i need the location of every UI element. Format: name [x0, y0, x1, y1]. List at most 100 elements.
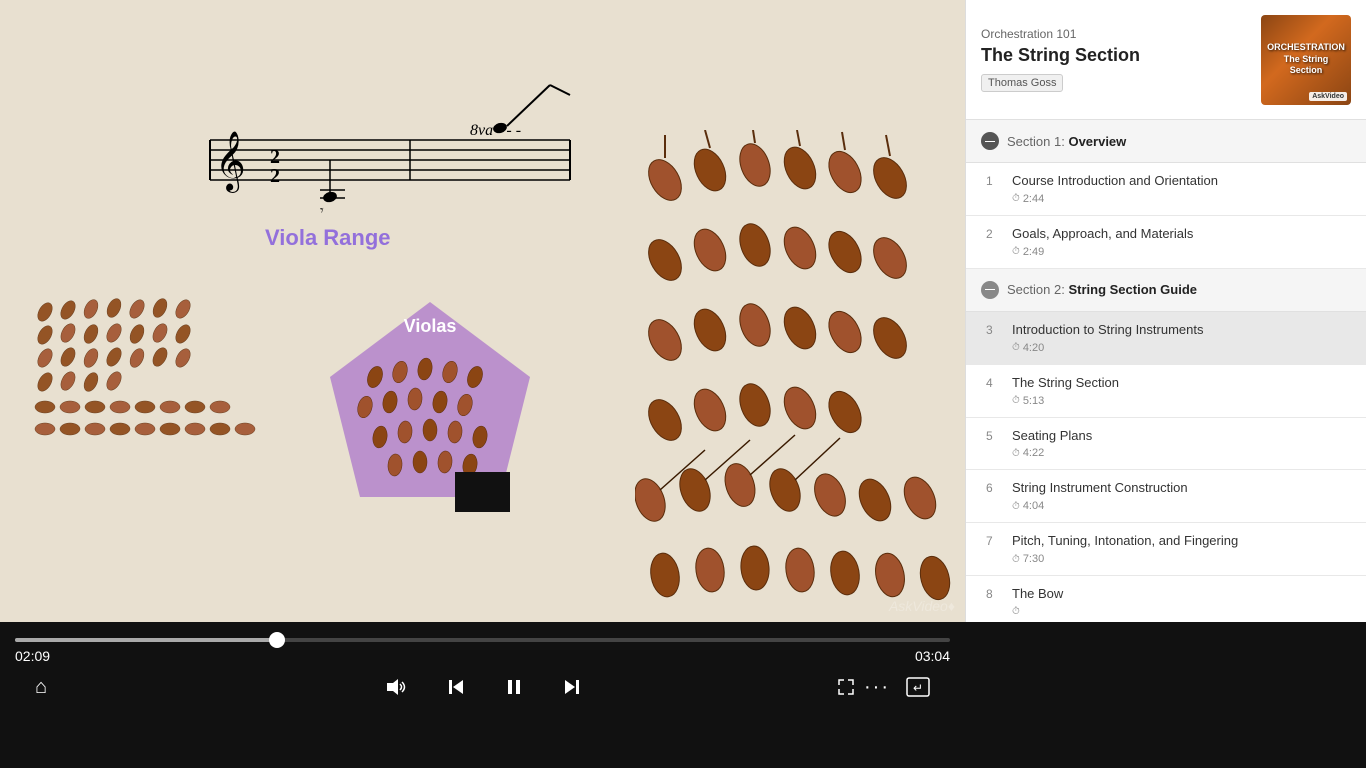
cello-section [635, 130, 955, 610]
video-container: 𝄞 2 2 8va - - - 𝄾 V [0, 0, 965, 622]
item-number-2: 2 [986, 227, 1004, 241]
section-1-collapse-icon[interactable] [981, 132, 999, 150]
item-number-3: 3 [986, 323, 1004, 337]
viola-range-label: Viola Range [265, 225, 391, 251]
item-duration-4: ⏱ 5:13 [1012, 395, 1351, 407]
progress-bar[interactable] [15, 638, 950, 642]
course-item-6[interactable]: 6 String Instrument Construction ⏱ 4:04 [966, 470, 1366, 523]
item-duration-1: ⏱ 2:44 [1012, 193, 1351, 205]
item-duration-7: ⏱ 7:30 [1012, 553, 1351, 565]
item-duration-2: ⏱ 2:49 [1012, 246, 1351, 258]
progress-fill [15, 638, 277, 642]
time-current: 02:09 [15, 648, 50, 664]
item-details-5: Seating Plans ⏱ 4:22 [1012, 428, 1351, 460]
section-2-header[interactable]: Section 2: String Section Guide [966, 269, 1366, 312]
course-item-7[interactable]: 7 Pitch, Tuning, Intonation, and Fingeri… [966, 523, 1366, 576]
item-duration-5: ⏱ 4:22 [1012, 447, 1351, 459]
clock-icon-2: ⏱ [1012, 246, 1020, 257]
item-number-5: 5 [986, 429, 1004, 443]
prev-button[interactable] [427, 678, 485, 696]
item-time-2: 2:49 [1023, 246, 1044, 258]
course-subtitle: Orchestration 101 [981, 27, 1261, 41]
clock-icon-5: ⏱ [1012, 448, 1020, 459]
svg-text:𝄞: 𝄞 [215, 131, 246, 193]
item-number-1: 1 [986, 174, 1004, 188]
clock-icon-6: ⏱ [1012, 501, 1020, 512]
item-details-8: The Bow ⏱ [1012, 586, 1351, 617]
clock-icon-3: ⏱ [1012, 342, 1020, 353]
time-total: 03:04 [915, 648, 950, 664]
course-item-2[interactable]: 2 Goals, Approach, and Materials ⏱ 2:49 [966, 216, 1366, 269]
item-details-6: String Instrument Construction ⏱ 4:04 [1012, 480, 1351, 512]
conductor-stand [455, 472, 510, 512]
course-header: Orchestration 101 The String Section Tho… [966, 0, 1366, 120]
item-time-5: 4:22 [1023, 447, 1044, 459]
section-2-label: Section 2: String Section Guide [1007, 282, 1197, 297]
progress-area[interactable] [0, 622, 965, 642]
item-details-2: Goals, Approach, and Materials ⏱ 2:49 [1012, 226, 1351, 258]
item-details-7: Pitch, Tuning, Intonation, and Fingering… [1012, 533, 1351, 565]
progress-thumb[interactable] [269, 632, 285, 648]
item-details-4: The String Section ⏱ 5:13 [1012, 375, 1351, 407]
course-item-1[interactable]: 1 Course Introduction and Orientation ⏱ … [966, 163, 1366, 216]
next-button[interactable] [543, 678, 601, 696]
item-title-8: The Bow [1012, 586, 1351, 603]
course-thumbnail: ORCHESTRATIONThe StringSection AskVideo [1261, 15, 1351, 105]
item-title-3: Introduction to String Instruments [1012, 322, 1351, 339]
violin-section-left [30, 297, 270, 457]
video-scene: 𝄞 2 2 8va - - - 𝄾 V [0, 0, 965, 622]
svg-text:↵: ↵ [913, 681, 923, 695]
course-item-4[interactable]: 4 The String Section ⏱ 5:13 [966, 365, 1366, 418]
controls-row: ⌂ [0, 670, 965, 704]
item-number-4: 4 [986, 376, 1004, 390]
item-details-1: Course Introduction and Orientation ⏱ 2:… [1012, 173, 1351, 205]
course-item-5[interactable]: 5 Seating Plans ⏱ 4:22 [966, 418, 1366, 471]
section-1-label: Section 1: Overview [1007, 134, 1126, 149]
time-row: 02:09 03:04 [0, 642, 965, 670]
section-2-collapse-icon[interactable] [981, 281, 999, 299]
bottom-bar: 02:09 03:04 ⌂ [0, 622, 1366, 768]
video-controls: 02:09 03:04 ⌂ [0, 622, 965, 768]
watermark: AskVideo♦ [889, 598, 955, 614]
course-info: Orchestration 101 The String Section Tho… [981, 27, 1261, 93]
course-item-3[interactable]: 3 Introduction to String Instruments ⏱ 4… [966, 312, 1366, 365]
item-duration-8: ⏱ [1012, 606, 1351, 617]
clock-icon-1: ⏱ [1012, 193, 1020, 204]
item-details-3: Introduction to String Instruments ⏱ 4:2… [1012, 322, 1351, 354]
author-badge: Thomas Goss [981, 74, 1063, 92]
item-title-7: Pitch, Tuning, Intonation, and Fingering [1012, 533, 1351, 550]
item-time-4: 5:13 [1023, 395, 1044, 407]
item-duration-6: ⏱ 4:04 [1012, 500, 1351, 512]
enter-button[interactable]: ↵ [886, 677, 950, 697]
music-notation: 𝄞 2 2 8va - - - 𝄾 [130, 30, 610, 240]
item-title-5: Seating Plans [1012, 428, 1351, 445]
pause-button[interactable] [485, 678, 543, 696]
item-title-1: Course Introduction and Orientation [1012, 173, 1351, 190]
clock-icon-8: ⏱ [1012, 606, 1020, 617]
volume-button[interactable] [365, 678, 427, 696]
sidebar: Orchestration 101 The String Section Tho… [965, 0, 1366, 622]
svg-text:2: 2 [270, 165, 280, 187]
svg-text:𝄾: 𝄾 [320, 204, 324, 219]
course-title: The String Section [981, 45, 1261, 67]
item-title-2: Goals, Approach, and Materials [1012, 226, 1351, 243]
item-number-7: 7 [986, 534, 1004, 548]
clock-icon-7: ⏱ [1012, 554, 1020, 565]
home-button[interactable]: ⌂ [15, 676, 67, 699]
violas-section: Violas [310, 297, 550, 522]
section-1-header[interactable]: Section 1: Overview [966, 120, 1366, 163]
item-title-4: The String Section [1012, 375, 1351, 392]
svg-text:Violas: Violas [404, 316, 457, 336]
item-time-1: 2:44 [1023, 193, 1044, 205]
clock-icon-4: ⏱ [1012, 395, 1020, 406]
course-item-8[interactable]: 8 The Bow ⏱ [966, 576, 1366, 622]
item-time-7: 7:30 [1023, 553, 1044, 565]
item-title-6: String Instrument Construction [1012, 480, 1351, 497]
item-duration-3: ⏱ 4:20 [1012, 342, 1351, 354]
item-number-8: 8 [986, 587, 1004, 601]
item-time-3: 4:20 [1023, 342, 1044, 354]
thumbnail-brand: AskVideo [1309, 92, 1347, 101]
item-number-6: 6 [986, 481, 1004, 495]
thumbnail-title: ORCHESTRATIONThe StringSection [1263, 38, 1349, 81]
sidebar-bottom [965, 622, 1366, 768]
